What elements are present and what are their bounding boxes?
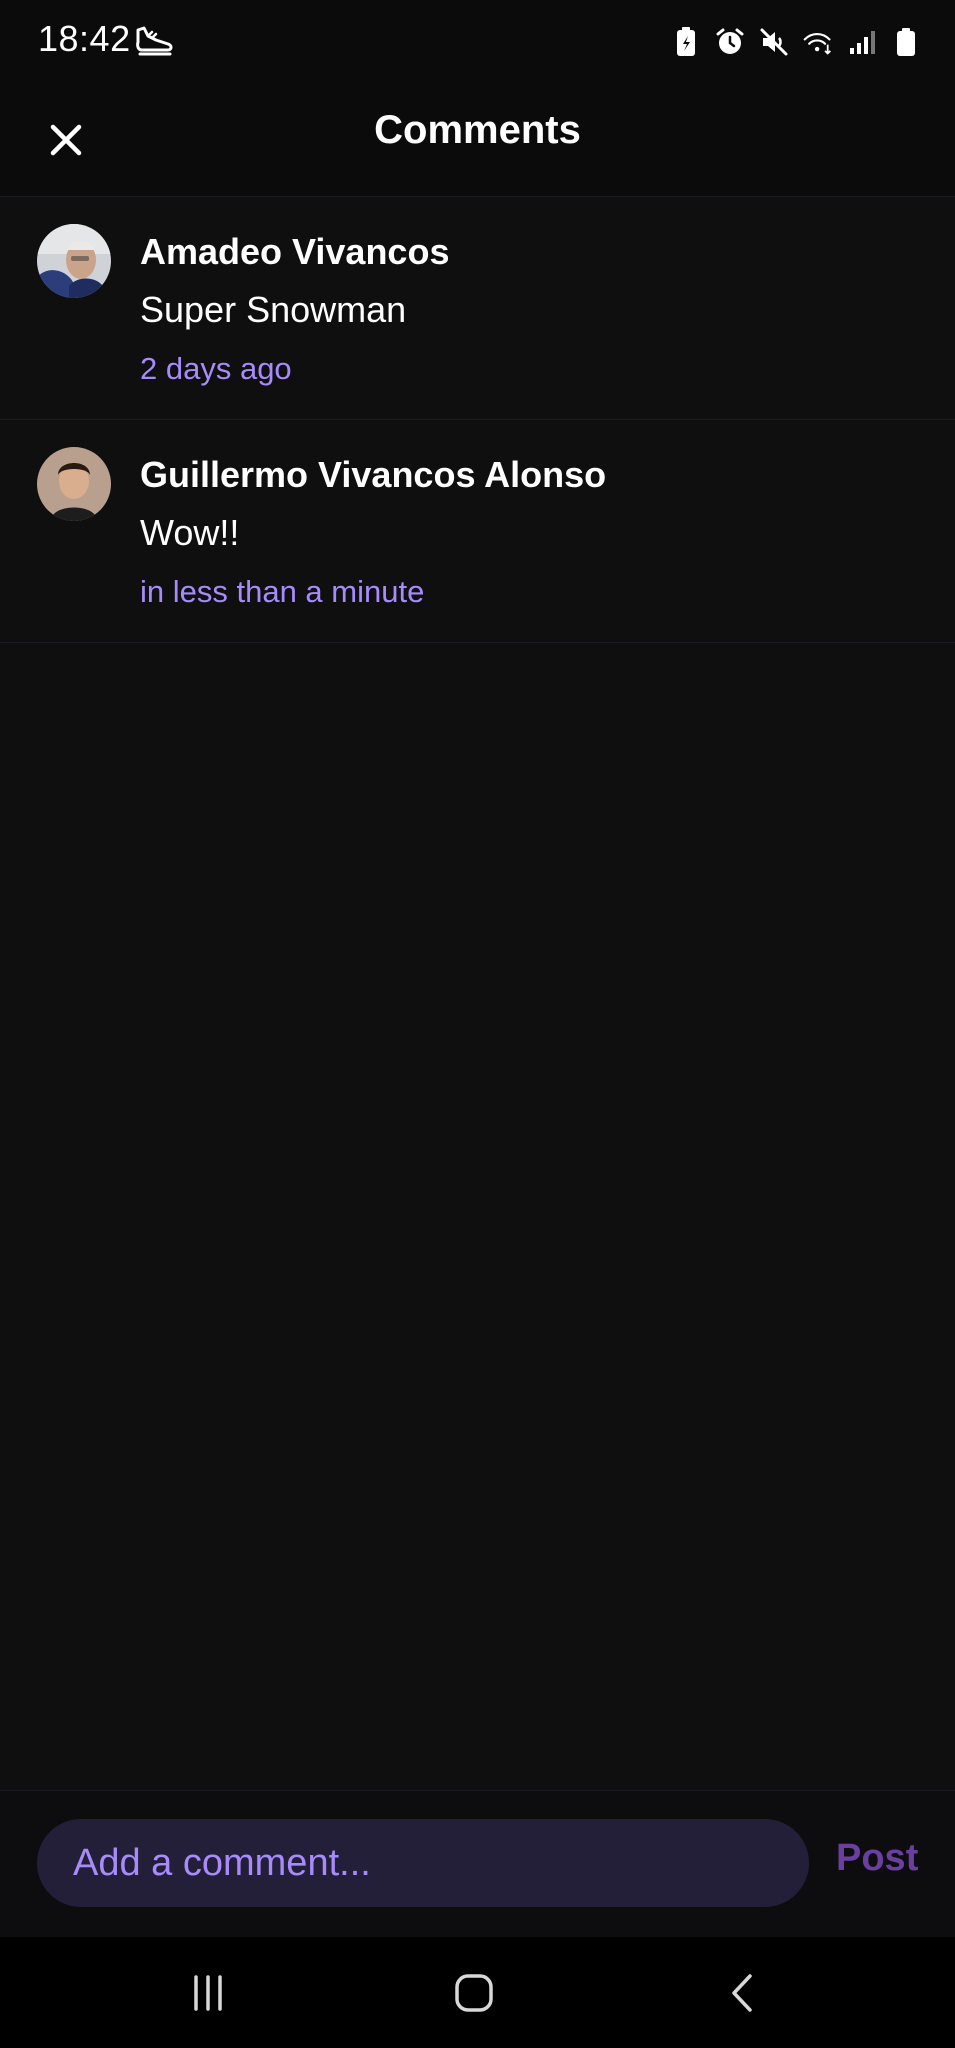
comment-text: Super Snowman — [140, 289, 407, 330]
status-time: 18:42 — [38, 18, 131, 59]
back-button[interactable] — [713, 1965, 773, 2021]
shoe-icon — [134, 22, 174, 58]
system-nav-bar — [0, 1937, 955, 2048]
battery-saver-icon — [671, 26, 701, 58]
status-icons — [671, 24, 921, 60]
recent-apps-button[interactable] — [178, 1965, 238, 2021]
mute-icon — [759, 26, 789, 58]
wifi-icon — [803, 26, 833, 58]
comment-text: Wow!! — [140, 512, 240, 553]
home-button[interactable] — [444, 1965, 504, 2021]
status-bar: 18:42 — [0, 0, 955, 84]
avatar[interactable] — [37, 224, 111, 298]
home-icon — [455, 1974, 493, 2012]
comment-list: Amadeo Vivancos Super Snowman 2 days ago… — [0, 197, 955, 643]
comment-input[interactable] — [37, 1819, 809, 1907]
battery-icon — [891, 26, 921, 58]
comment-item: Guillermo Vivancos Alonso Wow!! in less … — [0, 420, 955, 643]
comment-author[interactable]: Amadeo Vivancos — [140, 231, 449, 273]
comment-timestamp: in less than a minute — [140, 574, 425, 609]
back-icon — [732, 1974, 752, 2012]
header: Comments — [0, 84, 955, 197]
comment-timestamp: 2 days ago — [140, 351, 292, 386]
avatar[interactable] — [37, 447, 111, 521]
post-button[interactable]: Post — [836, 1837, 918, 1880]
alarm-icon — [715, 26, 745, 58]
signal-icon — [847, 26, 877, 58]
comment-author[interactable]: Guillermo Vivancos Alonso — [140, 454, 606, 496]
comment-composer: Post — [0, 1790, 955, 1937]
page-title: Comments — [374, 108, 581, 152]
comment-item: Amadeo Vivancos Super Snowman 2 days ago — [0, 197, 955, 420]
recent-apps-icon — [194, 1975, 222, 2011]
